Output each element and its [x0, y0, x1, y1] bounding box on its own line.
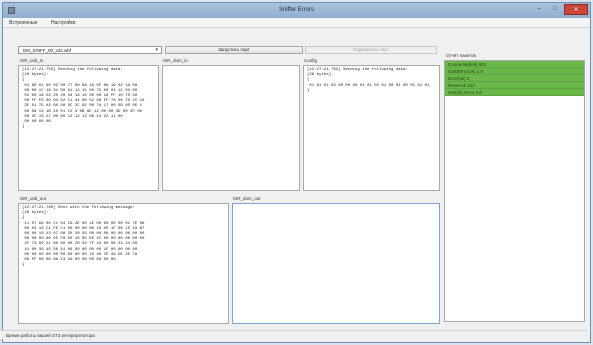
- menu-bar: Встроенные Настройки: [3, 18, 590, 28]
- isr-dom-in-label: ISR_dom_in: [163, 58, 188, 63]
- isr-usb-in-textbox[interactable]: [12:27:21.755] Sending the following dat…: [18, 65, 159, 191]
- isr-dom-out-textbox[interactable]: [232, 203, 440, 324]
- port-select[interactable]: DM_SNIFF_00_x32.wbf ▾: [18, 46, 162, 54]
- menu-item-builtin[interactable]: Встроенные: [9, 20, 37, 26]
- isr-dom-out-label: ISR_dom_out: [233, 196, 261, 201]
- status-item[interactable]: Error(ok) 2: [445, 75, 584, 82]
- isr-usb-out-textbox[interactable]: [12:27:21.780] Sent with the following m…: [18, 203, 229, 324]
- disabled-button: Подключить тест: [305, 46, 437, 54]
- title-bar[interactable]: Sniffer Errors – □ ✕: [3, 3, 590, 18]
- status-bar-text: Время работы вашей ST3 интерпретатора: [6, 333, 95, 338]
- window-title: Sniffer Errors: [278, 7, 315, 13]
- menu-item-settings[interactable]: Настройки: [51, 20, 76, 26]
- isr-usb-out-label: ISR_usb_out: [20, 196, 47, 201]
- port-select-value: DM_SNIFF_00_x32.wbf: [23, 48, 72, 53]
- chevron-down-icon[interactable]: ▾: [155, 47, 158, 53]
- config-textbox[interactable]: [12:27:21.762] Sending the following dat…: [303, 65, 440, 191]
- close-icon[interactable]: ✕: [564, 4, 588, 15]
- isr-usb-in-label: ISR_usb_in: [20, 58, 44, 63]
- isr-dom-in-textbox[interactable]: [162, 65, 300, 191]
- connect-button[interactable]: Запустить порт: [165, 46, 303, 54]
- status-item[interactable]: Out0Error(ok) 1.0: [445, 68, 584, 75]
- status-bar: Время работы вашей ST3 интерпретатора: [0, 330, 587, 339]
- status-list[interactable]: Connected(ok) 823 Out0Error(ok) 1.0 Erro…: [444, 60, 585, 322]
- config-label: Config: [304, 58, 318, 63]
- maximize-icon[interactable]: □: [548, 4, 562, 15]
- isr-usb-in-text: [12:27:21.755] Sending the following dat…: [22, 68, 145, 130]
- isr-usb-out-text: [12:27:21.780] Sent with the following m…: [22, 206, 145, 268]
- status-panel-label: Отчёт пакетов: [446, 53, 476, 58]
- status-item[interactable]: Connected(ok) 823: [445, 61, 584, 68]
- minimize-icon[interactable]: –: [532, 4, 546, 15]
- status-item[interactable]: Out(ok) Error 2.8: [445, 89, 584, 96]
- config-text: [12:27:21.762] Sending the following dat…: [307, 68, 430, 93]
- status-item[interactable]: Reset-ok 212: [445, 82, 584, 89]
